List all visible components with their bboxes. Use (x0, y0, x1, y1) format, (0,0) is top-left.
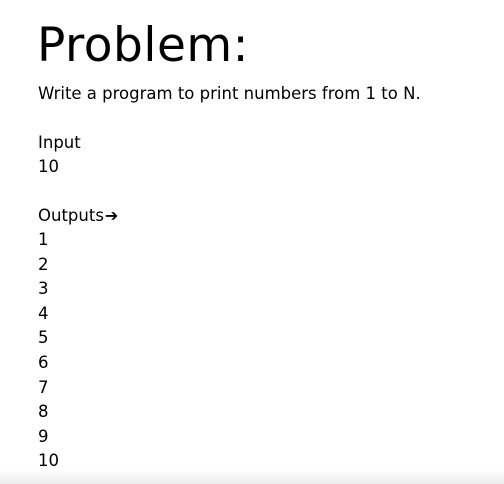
bottom-shadow (0, 470, 504, 484)
problem-statement: Write a program to print numbers from 1 … (38, 84, 421, 103)
output-value: 9 (38, 426, 49, 446)
output-value: 6 (38, 352, 49, 372)
slide: Problem: Write a program to print number… (0, 0, 504, 484)
outputs-heading: Outputs➔ (38, 204, 118, 228)
input-label: Input (38, 133, 81, 152)
output-list: 1 2 3 4 5 6 7 8 9 10 (38, 228, 59, 474)
output-value: 8 (38, 402, 49, 422)
output-value: 4 (38, 303, 49, 323)
output-value: 3 (38, 279, 49, 299)
arrow-right-icon: ➔ (104, 206, 119, 225)
output-value: 2 (38, 254, 49, 274)
page-title: Problem: (37, 18, 249, 73)
output-value: 7 (38, 377, 49, 397)
outputs-label: Outputs (38, 206, 104, 225)
input-value: 10 (38, 157, 59, 176)
output-value: 1 (38, 230, 49, 249)
output-value: 5 (38, 328, 49, 348)
